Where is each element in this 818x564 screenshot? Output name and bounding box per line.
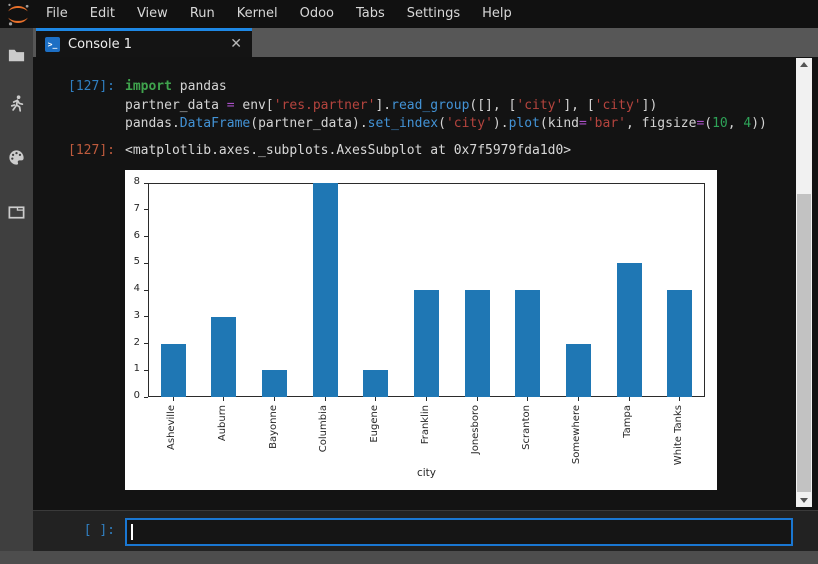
tab-bar: >_ Console 1 ✕ — [33, 28, 818, 57]
output-repr-text: <matplotlib.axes._subplots.AxesSubplot a… — [125, 142, 571, 161]
x-tick-label: Auburn — [217, 405, 228, 441]
bar-white-tanks — [667, 290, 692, 397]
x-tick-label: Columbia — [318, 405, 329, 452]
x-tick-label: Jonesboro — [470, 405, 481, 454]
tab-title: Console 1 — [68, 37, 230, 52]
console-code-input[interactable] — [125, 518, 793, 546]
x-tick-label: White Tanks — [673, 405, 684, 465]
bar-auburn — [211, 317, 236, 397]
menu-item-settings[interactable]: Settings — [396, 0, 471, 28]
jupyterlab-window: FileEditViewRunKernelOdooTabsSettingsHel… — [0, 0, 818, 564]
left-sidebar — [0, 28, 33, 551]
y-tick-mark — [144, 290, 148, 291]
empty-input-prompt: [ ]: — [33, 522, 115, 540]
menu-item-help[interactable]: Help — [471, 0, 523, 28]
x-tick-label: Tampa — [622, 405, 633, 438]
open-tabs-icon[interactable] — [7, 203, 26, 222]
code-lines[interactable]: import pandaspartner_data = env['res.par… — [125, 78, 767, 134]
console-terminal-icon: >_ — [45, 37, 60, 52]
y-tick-mark — [144, 397, 148, 398]
code-line: import pandas — [125, 78, 767, 97]
output-cell-prompt: [127]: — [33, 142, 115, 161]
scroll-up-arrow-icon[interactable] — [796, 58, 812, 72]
y-tick-label: 8 — [125, 176, 140, 187]
figure-canvas: city_count city 012345678AshevilleAuburn… — [125, 170, 717, 490]
text-cursor — [131, 524, 133, 540]
x-tick-mark — [173, 397, 174, 401]
y-tick-label: 3 — [125, 310, 140, 321]
bar-franklin — [414, 290, 439, 397]
y-tick-label: 0 — [125, 390, 140, 401]
tab-close-icon[interactable]: ✕ — [230, 36, 242, 52]
running-sessions-icon[interactable] — [7, 94, 26, 113]
vertical-scrollbar[interactable] — [796, 58, 812, 507]
x-tick-label: Eugene — [369, 405, 380, 443]
x-axis-label: city — [148, 467, 705, 479]
menu-items: FileEditViewRunKernelOdooTabsSettingsHel… — [35, 0, 523, 28]
menu-item-run[interactable]: Run — [179, 0, 226, 28]
x-tick-label: Bayonne — [268, 405, 279, 449]
jupyter-logo-icon — [5, 1, 31, 27]
y-tick-label: 7 — [125, 203, 140, 214]
y-tick-label: 2 — [125, 337, 140, 348]
x-tick-mark — [527, 397, 528, 401]
y-tick-mark — [144, 316, 148, 317]
tab-console-1[interactable]: >_ Console 1 ✕ — [36, 28, 252, 57]
palette-icon[interactable] — [7, 148, 26, 167]
menu-bar: FileEditViewRunKernelOdooTabsSettingsHel… — [0, 0, 818, 28]
x-tick-mark — [477, 397, 478, 401]
bar-tampa — [617, 263, 642, 397]
bar-asheville — [161, 344, 186, 398]
code-line: partner_data = env['res.partner'].read_g… — [125, 97, 767, 116]
y-tick-label: 5 — [125, 256, 140, 267]
y-tick-label: 6 — [125, 230, 140, 241]
menu-item-edit[interactable]: Edit — [79, 0, 126, 28]
y-tick-label: 4 — [125, 283, 140, 294]
menu-item-tabs[interactable]: Tabs — [345, 0, 396, 28]
menu-item-file[interactable]: File — [35, 0, 79, 28]
bar-somewhere — [566, 344, 591, 398]
bar-eugene — [363, 370, 388, 397]
menu-item-odoo[interactable]: Odoo — [289, 0, 345, 28]
y-tick-mark — [144, 370, 148, 371]
menu-item-kernel[interactable]: Kernel — [226, 0, 289, 28]
x-tick-mark — [274, 397, 275, 401]
file-browser-icon[interactable] — [7, 46, 26, 65]
x-tick-mark — [578, 397, 579, 401]
x-tick-label: Asheville — [166, 405, 177, 450]
x-tick-mark — [375, 397, 376, 401]
console-input-row: [ ]: — [33, 510, 818, 551]
console-panel: [127]: import pandaspartner_data = env['… — [33, 57, 818, 551]
input-cell-prompt: [127]: — [33, 78, 115, 97]
x-tick-mark — [426, 397, 427, 401]
bar-jonesboro — [465, 290, 490, 397]
bar-scranton — [515, 290, 540, 397]
x-tick-mark — [223, 397, 224, 401]
menu-item-view[interactable]: View — [126, 0, 179, 28]
status-bar — [0, 551, 818, 564]
code-line: pandas.DataFrame(partner_data).set_index… — [125, 115, 767, 134]
x-tick-label: Somewhere — [571, 405, 582, 464]
scroll-down-arrow-icon[interactable] — [796, 493, 812, 507]
y-tick-mark — [144, 263, 148, 264]
y-tick-mark — [144, 236, 148, 237]
bar-columbia — [313, 183, 338, 397]
x-tick-label: Franklin — [420, 405, 431, 444]
bar-bayonne — [262, 370, 287, 397]
scrollbar-thumb[interactable] — [797, 194, 811, 492]
y-tick-mark — [144, 209, 148, 210]
y-tick-label: 1 — [125, 363, 140, 374]
y-tick-mark — [144, 183, 148, 184]
x-tick-label: Scranton — [521, 405, 532, 450]
y-tick-mark — [144, 343, 148, 344]
x-tick-mark — [679, 397, 680, 401]
x-tick-mark — [629, 397, 630, 401]
x-tick-mark — [325, 397, 326, 401]
